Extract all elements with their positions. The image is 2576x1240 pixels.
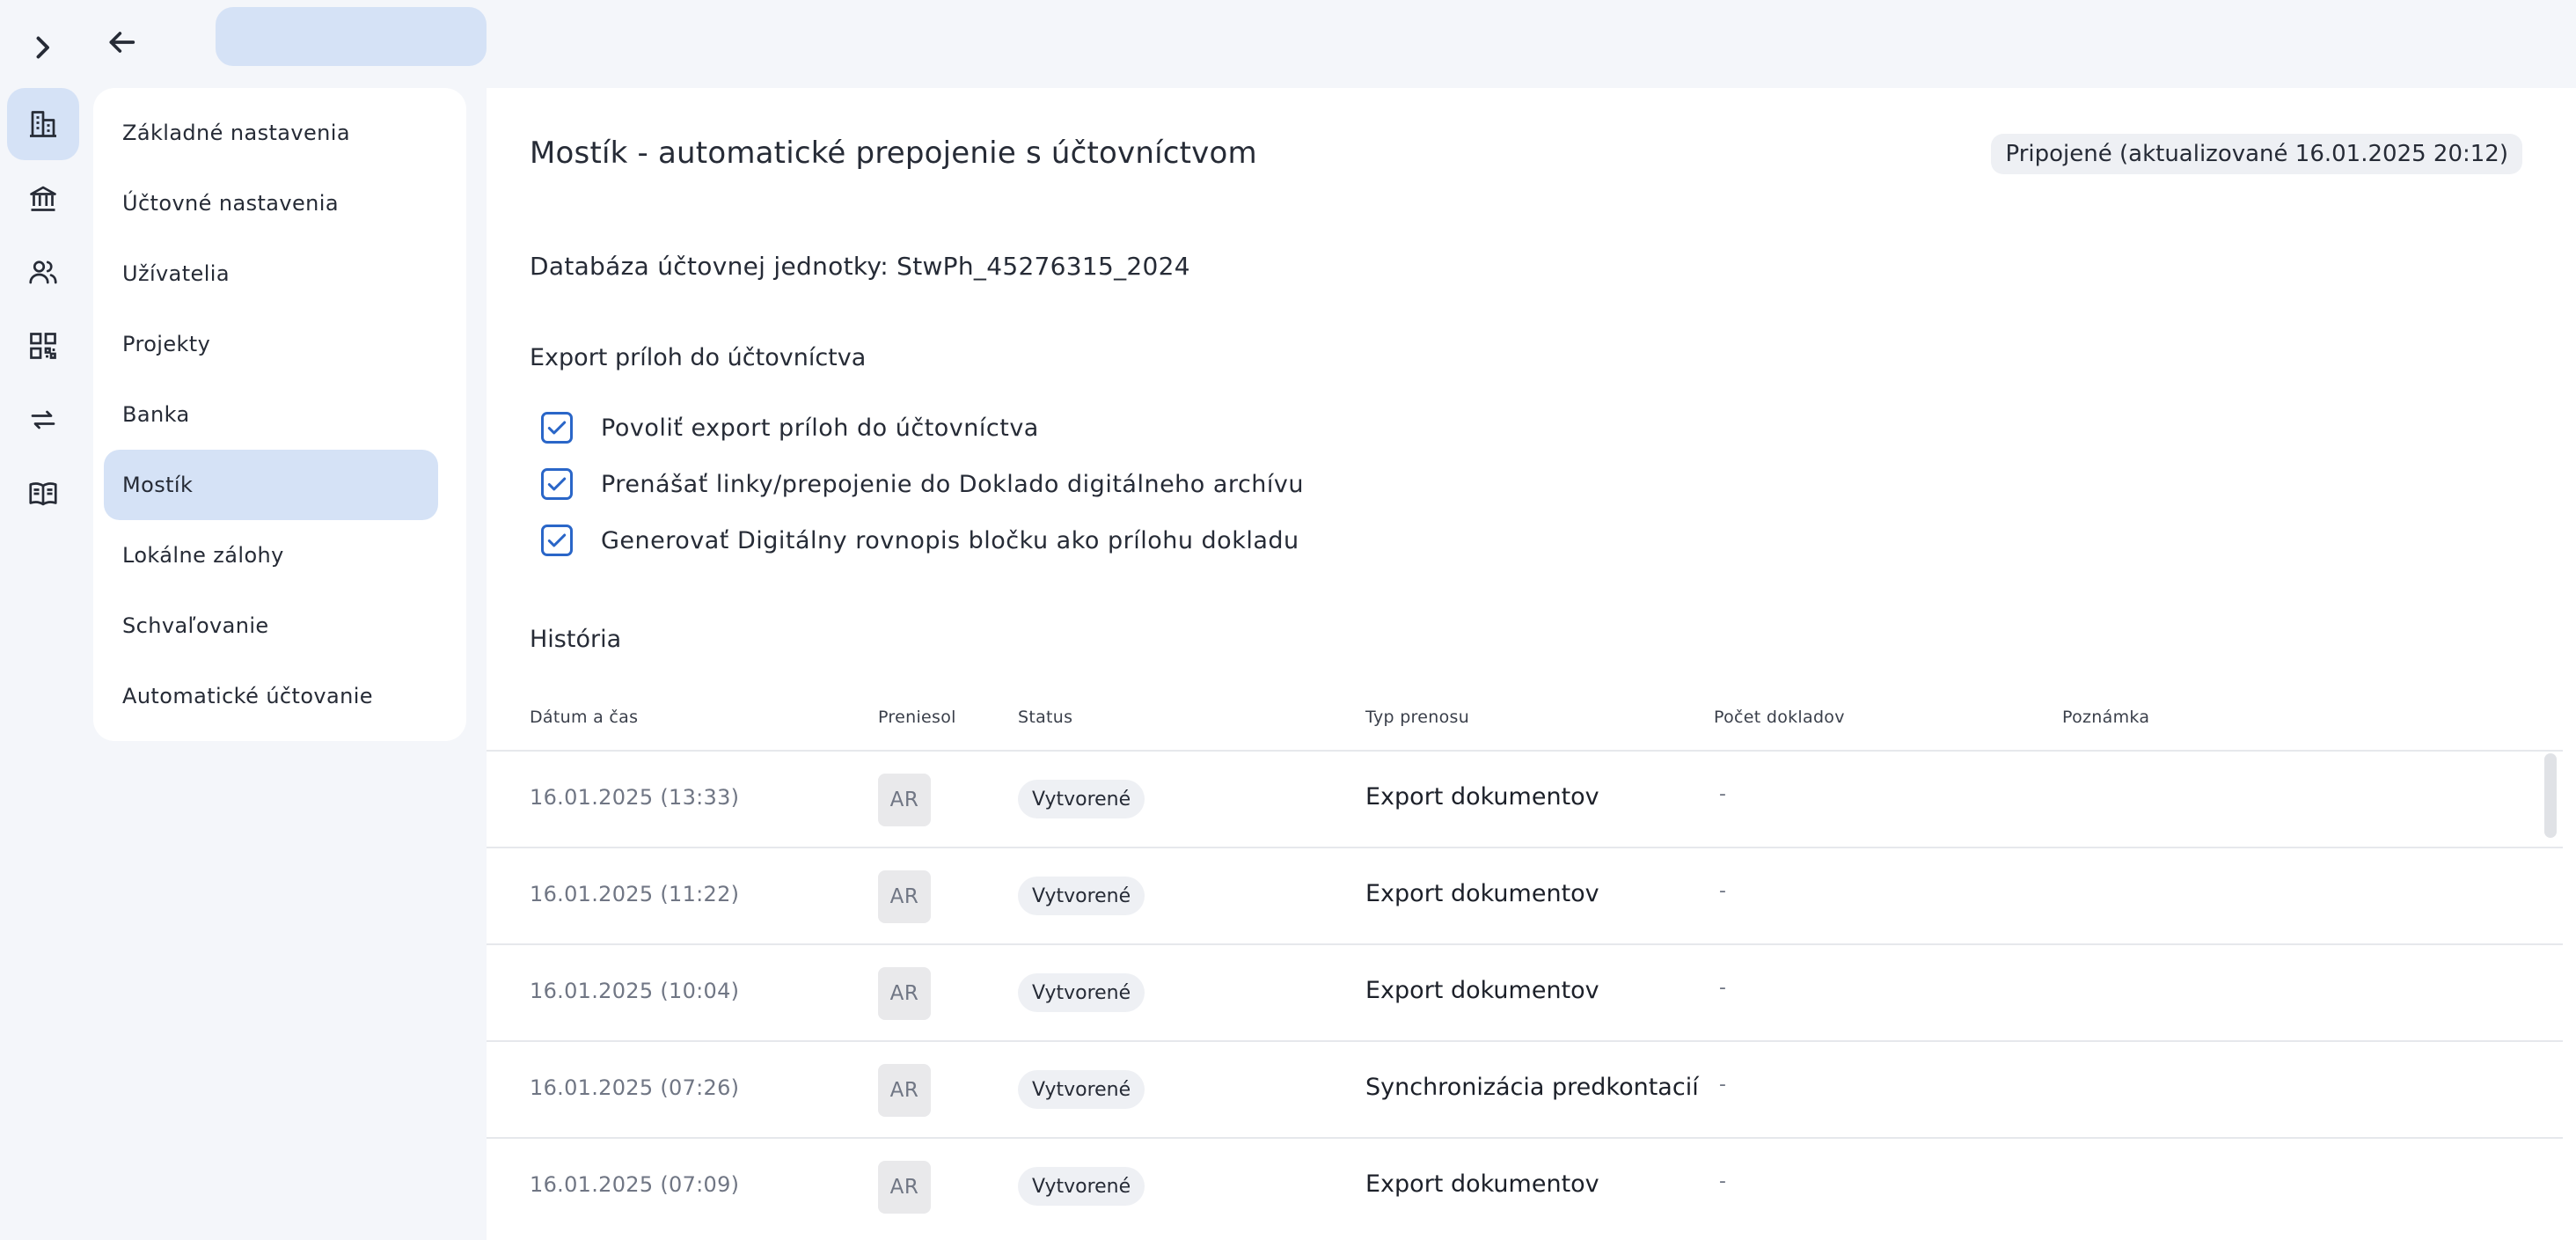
- cell-date: 16.01.2025 (10:04): [530, 979, 740, 1003]
- menu-item-projects[interactable]: Projekty: [104, 309, 438, 379]
- checkmark-icon: [547, 533, 567, 547]
- qr-code-icon: [30, 333, 56, 359]
- table-scrollbar[interactable]: [2544, 753, 2557, 838]
- avatar: AR: [878, 774, 931, 826]
- avatar: AR: [878, 967, 931, 1020]
- checkbox-row-digital-copy: Generovať Digitálny rovnopis bločku ako …: [541, 523, 1299, 558]
- transfer-links-checkbox[interactable]: [541, 468, 573, 500]
- table-row[interactable]: 16.01.2025 (11:22) AR Vytvorené Export d…: [487, 847, 2563, 943]
- digital-copy-checkbox[interactable]: [541, 525, 573, 556]
- book-icon: [29, 482, 57, 506]
- avatar: AR: [878, 1161, 931, 1214]
- checkbox-row-enable-export: Povoliť export príloh do účtovníctva: [541, 410, 1039, 445]
- users-icon: [29, 260, 57, 284]
- status-badge: Vytvorené: [1018, 877, 1145, 915]
- menu-item-auto-accounting[interactable]: Automatické účtovanie: [104, 661, 438, 731]
- chevron-right-icon[interactable]: [26, 32, 58, 63]
- history-title: História: [530, 626, 622, 653]
- table-row[interactable]: 16.01.2025 (13:33) AR Vytvorené Export d…: [487, 750, 2563, 847]
- menu-item-accounting-settings[interactable]: Účtovné nastavenia: [104, 168, 438, 238]
- column-header-type[interactable]: Typ prenosu: [1365, 708, 1469, 727]
- cell-date: 16.01.2025 (11:22): [530, 882, 740, 906]
- cell-date: 16.01.2025 (07:26): [530, 1075, 740, 1100]
- building-icon: [30, 111, 56, 137]
- arrow-left-icon[interactable]: [104, 25, 139, 60]
- column-header-status[interactable]: Status: [1018, 708, 1072, 727]
- cell-transfer-type: Export dokumentov: [1365, 977, 1599, 1004]
- connection-status-badge: Pripojené (aktualizované 16.01.2025 20:1…: [1991, 134, 2522, 174]
- rail-item-docs[interactable]: [7, 458, 79, 530]
- table-row[interactable]: 16.01.2025 (07:26) AR Vytvorené Synchron…: [487, 1040, 2563, 1137]
- table-row[interactable]: 16.01.2025 (10:04) AR Vytvorené Export d…: [487, 943, 2563, 1040]
- column-header-date[interactable]: Dátum a čas: [530, 708, 638, 727]
- table-row[interactable]: 16.01.2025 (07:09) AR Vytvorené Export d…: [487, 1137, 2563, 1234]
- status-badge: Vytvorené: [1018, 1167, 1145, 1206]
- bank-icon: [30, 186, 56, 211]
- menu-item-local-backups[interactable]: Lokálne zálohy: [104, 520, 438, 591]
- database-label: Databáza účtovnej jednotky: StwPh_452763…: [530, 252, 1190, 281]
- menu-item-basic-settings[interactable]: Základné nastavenia: [104, 98, 438, 168]
- cell-document-count: -: [1719, 1074, 1726, 1096]
- checkbox-label: Generovať Digitálny rovnopis bločku ako …: [601, 526, 1299, 554]
- rail-item-qr[interactable]: [7, 310, 79, 382]
- menu-item-users[interactable]: Užívatelia: [104, 238, 438, 309]
- checkmark-icon: [547, 421, 567, 435]
- cell-transfer-type: Export dokumentov: [1365, 783, 1599, 811]
- cell-date: 16.01.2025 (13:33): [530, 785, 740, 810]
- main-panel: Mostík - automatické prepojenie s účtovn…: [487, 88, 2576, 1240]
- rail-item-company[interactable]: [7, 88, 79, 160]
- transfer-arrows-icon: [31, 410, 55, 429]
- cell-document-count: -: [1719, 880, 1726, 902]
- rail-item-users[interactable]: [7, 236, 79, 308]
- cell-transfer-type: Export dokumentov: [1365, 880, 1599, 907]
- cell-date: 16.01.2025 (07:09): [530, 1172, 740, 1197]
- avatar: AR: [878, 870, 931, 923]
- menu-item-approval[interactable]: Schvaľovanie: [104, 591, 438, 661]
- status-badge: Vytvorené: [1018, 780, 1145, 818]
- column-header-note[interactable]: Poznámka: [2062, 708, 2149, 727]
- cell-transfer-type: Export dokumentov: [1365, 1170, 1599, 1198]
- column-header-count[interactable]: Počet dokladov: [1714, 708, 1845, 727]
- cell-document-count: -: [1719, 783, 1726, 805]
- checkbox-label: Povoliť export príloh do účtovníctva: [601, 414, 1039, 442]
- page-title: Mostík - automatické prepojenie s účtovn…: [530, 136, 1257, 171]
- header-selector[interactable]: [216, 7, 487, 66]
- checkbox-row-transfer-links: Prenášať linky/prepojenie do Doklado dig…: [541, 466, 1304, 502]
- column-header-by[interactable]: Preniesol: [878, 708, 956, 727]
- status-badge: Vytvorené: [1018, 1070, 1145, 1109]
- menu-item-bridge[interactable]: Mostík: [104, 450, 438, 520]
- icon-rail: [0, 0, 84, 1240]
- cell-document-count: -: [1719, 1170, 1726, 1192]
- export-section-title: Export príloh do účtovníctva: [530, 344, 867, 371]
- settings-menu: Základné nastavenia Účtovné nastavenia U…: [93, 88, 466, 741]
- cell-document-count: -: [1719, 977, 1726, 999]
- avatar: AR: [878, 1064, 931, 1117]
- enable-export-checkbox[interactable]: [541, 412, 573, 444]
- menu-item-bank[interactable]: Banka: [104, 379, 438, 450]
- rail-item-transfer[interactable]: [7, 384, 79, 456]
- cell-transfer-type: Synchronizácia predkontacií: [1365, 1074, 1699, 1101]
- checkbox-label: Prenášať linky/prepojenie do Doklado dig…: [601, 470, 1304, 498]
- rail-item-bank[interactable]: [7, 162, 79, 234]
- checkmark-icon: [547, 477, 567, 491]
- status-badge: Vytvorené: [1018, 973, 1145, 1012]
